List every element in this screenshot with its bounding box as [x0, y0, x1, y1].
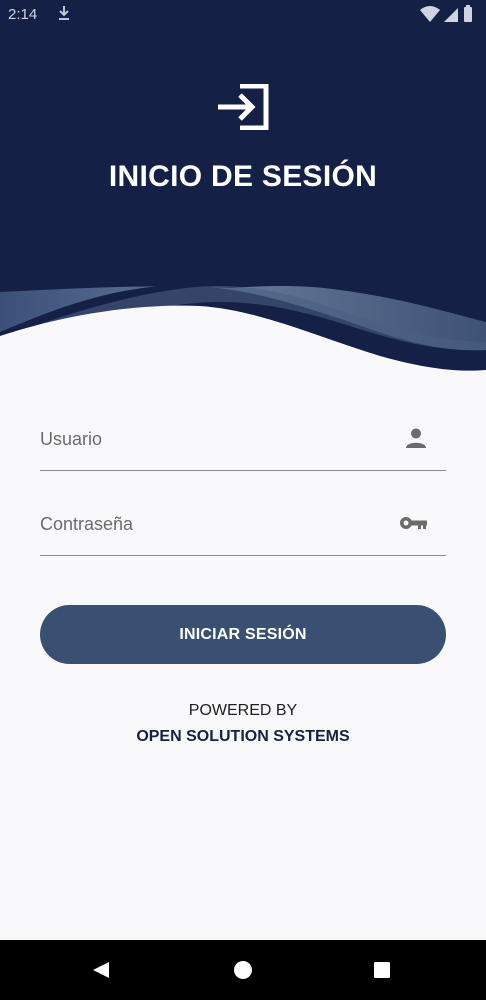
- recents-icon[interactable]: [374, 962, 390, 983]
- username-input[interactable]: [40, 420, 390, 458]
- system-icons: [418, 4, 478, 28]
- login-button[interactable]: INICIAR SESIÓN: [40, 605, 446, 664]
- key-icon: [398, 511, 428, 540]
- password-field[interactable]: [40, 505, 446, 556]
- person-icon: [404, 426, 428, 455]
- username-field[interactable]: [40, 420, 446, 471]
- battery-icon: [464, 5, 472, 22]
- status-time: 2:14: [8, 6, 38, 23]
- wifi-icon: [420, 6, 440, 22]
- password-input[interactable]: [40, 505, 390, 543]
- signal-icon: [444, 8, 458, 22]
- home-icon[interactable]: [234, 961, 252, 984]
- back-icon[interactable]: [92, 961, 110, 984]
- download-icon: [58, 5, 70, 25]
- company-name: OPEN SOLUTION SYSTEMS: [136, 728, 350, 745]
- page-title: INICIO DE SESIÓN: [108, 160, 378, 193]
- wave-decoration: [0, 280, 486, 380]
- status-bar: 2:14: [0, 0, 486, 30]
- navigation-bar: [0, 940, 486, 1000]
- login-icon: [216, 83, 270, 135]
- powered-by-label: POWERED BY: [188, 702, 298, 719]
